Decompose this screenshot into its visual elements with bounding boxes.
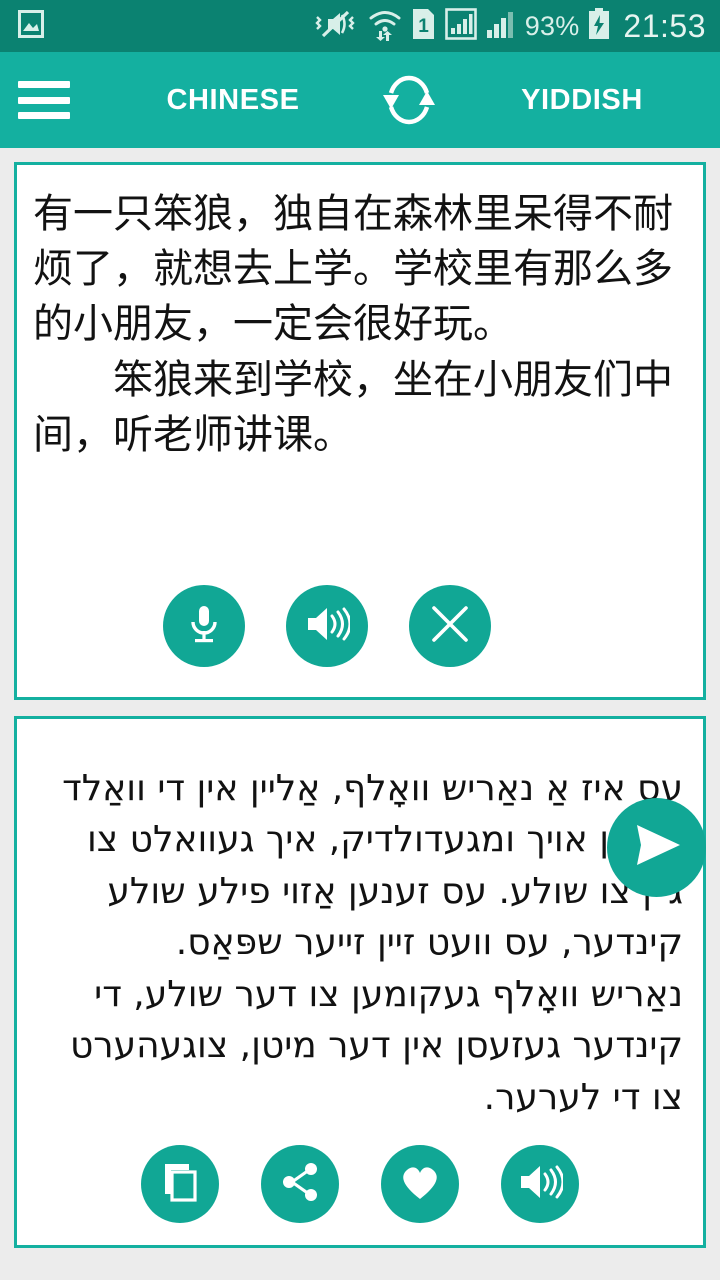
gallery-icon <box>18 9 44 44</box>
source-text[interactable]: 有一只笨狼，独自在森林里呆得不耐烦了，就想去上学。学校里有那么多的小朋友，一定会… <box>17 165 703 463</box>
battery-charging-icon <box>588 7 610 45</box>
share-icon <box>279 1161 321 1208</box>
clear-button[interactable] <box>409 585 491 667</box>
sim-1-icon: 1 <box>411 8 436 45</box>
signal-bars-2-icon <box>486 8 516 45</box>
swap-languages-icon[interactable] <box>372 63 446 137</box>
source-language-button[interactable]: CHINESE <box>128 84 338 117</box>
translate-send-button[interactable] <box>607 798 706 897</box>
source-actions <box>17 585 703 667</box>
microphone-icon <box>184 602 224 651</box>
send-paper-plane-icon <box>628 819 686 876</box>
copy-button[interactable] <box>141 1145 219 1223</box>
close-x-icon <box>429 603 471 650</box>
target-card: עס איז אַ נאַריש וואָלף, אַליין אין די ו… <box>14 716 706 1248</box>
clock-label: 21:53 <box>623 7 706 44</box>
share-button[interactable] <box>261 1145 339 1223</box>
target-text[interactable]: עס איז אַ נאַריש וואָלף, אַליין אין די ו… <box>17 719 703 1123</box>
target-actions <box>17 1145 703 1223</box>
wifi-data-icon <box>368 7 402 46</box>
signal-bars-1-icon <box>444 7 477 45</box>
speaker-icon <box>304 604 352 649</box>
copy-icon <box>160 1161 200 1208</box>
speaker-icon <box>517 1162 565 1207</box>
battery-percent-label: 93% <box>524 10 580 41</box>
source-card: 有一只笨狼，独自在森林里呆得不耐烦了，就想去上学。学校里有那么多的小朋友，一定会… <box>14 162 706 700</box>
hamburger-menu-icon[interactable] <box>18 81 70 119</box>
speak-source-button[interactable] <box>286 585 368 667</box>
status-bar: 1 93% 21:53 <box>0 0 720 52</box>
microphone-button[interactable] <box>163 585 245 667</box>
target-language-button[interactable]: YIDDISH <box>472 84 692 117</box>
vibrate-mute-icon <box>315 8 359 45</box>
favorite-button[interactable] <box>381 1145 459 1223</box>
translator-content: 有一只笨狼，独自在森林里呆得不耐烦了，就想去上学。学校里有那么多的小朋友，一定会… <box>0 148 720 1280</box>
heart-icon <box>398 1162 442 1207</box>
sim-number-label: 1 <box>418 16 429 37</box>
speak-target-button[interactable] <box>501 1145 579 1223</box>
app-bar: CHINESE YIDDISH <box>0 52 720 148</box>
